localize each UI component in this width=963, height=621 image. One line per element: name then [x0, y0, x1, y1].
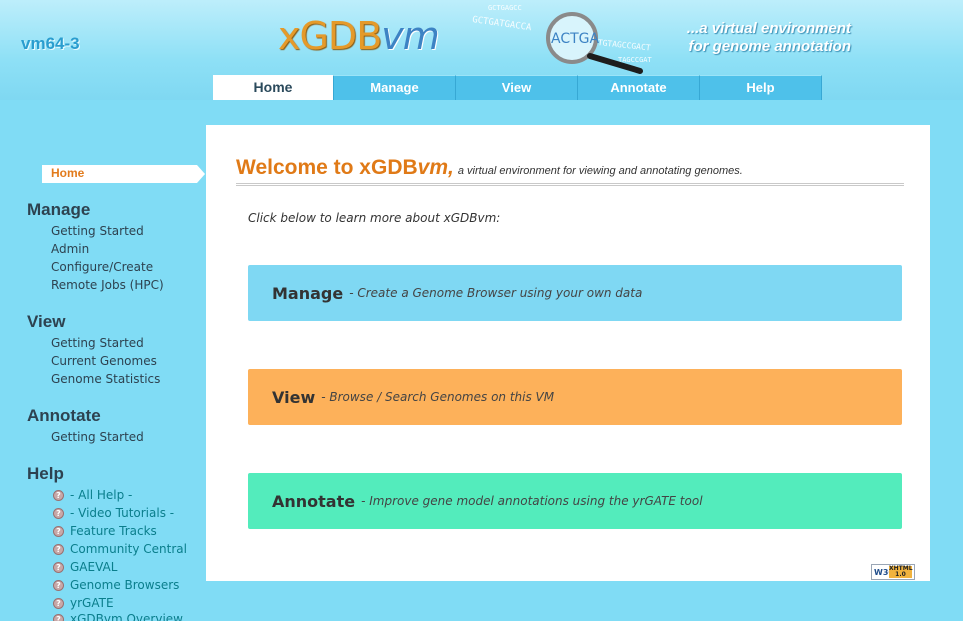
help-icon: ?: [53, 489, 64, 501]
help-link-xgdbvm-overview[interactable]: ? xGDBvm Overview: [53, 612, 183, 621]
sequence-fragment: GCTGAGCC: [488, 4, 522, 12]
manage-card-link[interactable]: Manage - Create a Genome Browser using y…: [248, 265, 902, 321]
help-icon: ?: [53, 507, 64, 519]
sidebar-item-view-getting-started[interactable]: Getting Started: [51, 336, 144, 350]
welcome-heading-vm: vm,: [417, 156, 454, 179]
card-description: - Browse / Search Genomes on this VM: [321, 390, 555, 404]
sidebar-current-arrow: [197, 165, 205, 183]
tab-help[interactable]: Help: [700, 75, 822, 100]
help-icon: ?: [53, 579, 64, 591]
sidebar-item-home[interactable]: Home: [42, 165, 205, 183]
help-link-label: GAEVAL: [70, 560, 118, 574]
tab-view[interactable]: View: [456, 75, 578, 100]
sidebar-item-genome-statistics[interactable]: Genome Statistics: [51, 372, 160, 386]
welcome-subtitle: a virtual environment for viewing and an…: [457, 165, 743, 177]
help-link-label: - All Help -: [70, 488, 133, 502]
help-link-community-central[interactable]: ? Community Central: [53, 542, 187, 556]
heading-divider: [236, 183, 904, 186]
tab-home[interactable]: Home: [213, 75, 334, 100]
sidebar-section-manage: Manage: [27, 200, 91, 219]
card-title: View: [272, 387, 316, 407]
help-icon: ?: [53, 543, 64, 555]
sidebar-section-help: Help: [27, 464, 64, 483]
help-link-label: - Video Tutorials -: [70, 506, 175, 520]
main-nav-tabs: Home Manage View Annotate Help: [213, 75, 822, 100]
tab-manage[interactable]: Manage: [334, 75, 456, 100]
tagline-line2: for genome annotation: [688, 38, 852, 55]
sidebar-item-manage-getting-started[interactable]: Getting Started: [51, 224, 144, 238]
sidebar-section-view: View: [27, 312, 66, 331]
help-link-label: yrGATE: [70, 596, 114, 610]
page-title: Welcome to xGDBvm, a virtual environment …: [236, 156, 743, 180]
help-link-video-tutorials[interactable]: ? - Video Tutorials -: [53, 506, 174, 520]
card-title: Manage: [272, 283, 344, 303]
sidebar-item-configure-create[interactable]: Configure/Create: [51, 260, 153, 274]
sequence-fragment: TAGCCGAT: [618, 56, 653, 64]
help-link-label: xGDBvm Overview: [70, 612, 183, 621]
help-icon: ?: [53, 561, 64, 573]
help-link-feature-tracks[interactable]: ? Feature Tracks: [53, 524, 157, 538]
help-link-yrgate[interactable]: ? yrGATE: [53, 596, 114, 610]
tab-annotate[interactable]: Annotate: [578, 75, 700, 100]
sidebar-item-remote-jobs[interactable]: Remote Jobs (HPC): [51, 278, 164, 292]
help-icon: ?: [53, 597, 64, 609]
annotate-card-link[interactable]: Annotate - Improve gene model annotation…: [248, 473, 902, 529]
help-link-gaeval[interactable]: ? GAEVAL: [53, 560, 117, 574]
sidebar-section-annotate: Annotate: [27, 406, 101, 425]
tagline: ...a virtual environment for genome anno…: [687, 20, 851, 56]
view-card-link[interactable]: View - Browse / Search Genomes on this V…: [248, 369, 902, 425]
magnifier-sequence-icon: GCTGATGACCA GCTGTAGCCGACT GCTGAGCC TAGCC…: [472, 4, 653, 74]
card-title: Annotate: [272, 491, 356, 511]
logo-suffix: vm: [381, 14, 440, 58]
help-link-label: Community Central: [70, 542, 187, 556]
card-description: - Create a Genome Browser using your own…: [349, 286, 643, 300]
sidebar-item-admin[interactable]: Admin: [51, 242, 89, 256]
sidebar-item-annotate-getting-started[interactable]: Getting Started: [51, 430, 144, 444]
vm-name: vm64-3: [21, 34, 80, 53]
help-link-genome-browsers[interactable]: ? Genome Browsers: [53, 578, 179, 592]
xhtml-label: XHTML 1.0: [889, 565, 913, 578]
w3c-xhtml-badge[interactable]: W3C XHTML 1.0: [871, 564, 915, 580]
page-header: vm64-3 xGDBvm GCTGATGACCA GCTGTAGCCGACT …: [0, 0, 963, 100]
main-content-panel: Welcome to xGDBvm, a virtual environment …: [206, 125, 930, 581]
sidebar-item-label: Home: [51, 166, 85, 180]
welcome-heading: Welcome to xGDB: [236, 156, 418, 179]
help-icon: ?: [53, 613, 64, 621]
sidebar-item-current-genomes[interactable]: Current Genomes: [51, 354, 157, 368]
help-link-label: Feature Tracks: [70, 524, 157, 538]
app-logo[interactable]: xGDBvm: [278, 14, 440, 58]
help-link-label: Genome Browsers: [70, 578, 180, 592]
magnified-sequence: ACTGA: [551, 31, 600, 47]
intro-text: Click below to learn more about xGDBvm:: [248, 211, 501, 225]
tagline-line1: ...a virtual environment: [686, 20, 851, 37]
help-link-all-help[interactable]: ? - All Help -: [53, 488, 132, 502]
help-icon: ?: [53, 525, 64, 537]
sequence-fragment: GCTGATGACCA: [472, 15, 533, 33]
logo-main: xGDB: [278, 14, 382, 58]
card-description: - Improve gene model annotations using t…: [361, 494, 703, 508]
